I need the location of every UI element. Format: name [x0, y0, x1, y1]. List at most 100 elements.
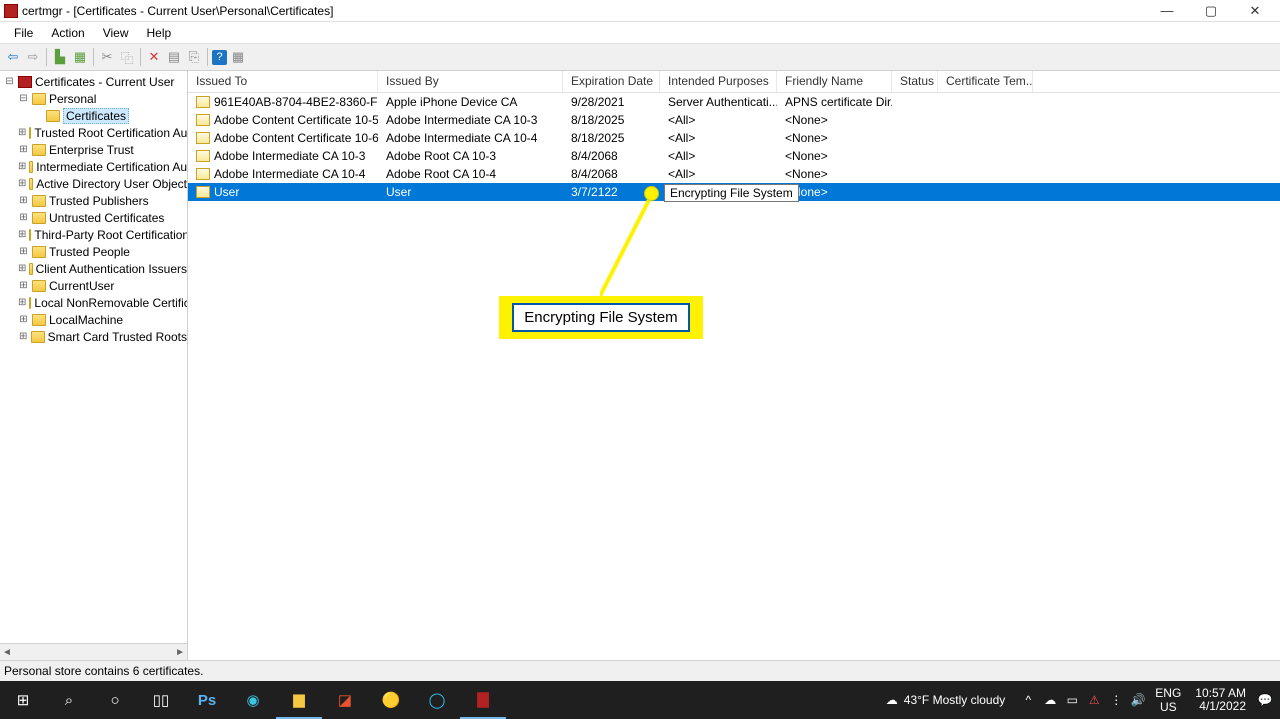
tray-battery-icon[interactable]: ▭ [1063, 693, 1081, 707]
tree-item[interactable]: ⊞CurrentUser [0, 277, 187, 294]
tree-toggle-icon[interactable]: ⊞ [18, 195, 29, 206]
cert-root-icon [18, 76, 32, 88]
scroll-left-icon[interactable]: ◄ [2, 647, 12, 658]
tree-toggle-icon[interactable]: ⊞ [18, 229, 26, 240]
taskbar-app-certmgr[interactable]: ▇ [460, 681, 506, 719]
taskbar-app-chrome[interactable]: 🟡 [368, 681, 414, 719]
column-header[interactable]: Issued To [188, 71, 378, 92]
cell: Adobe Intermediate CA 10-3 [378, 113, 563, 127]
minimize-button[interactable]: — [1154, 3, 1180, 19]
tree-toggle-icon[interactable]: ⊞ [18, 280, 29, 291]
view-button[interactable]: ▦ [229, 48, 247, 66]
cut-button[interactable]: ✂ [98, 48, 116, 66]
back-button[interactable]: ⇦ [4, 48, 22, 66]
column-header[interactable]: Expiration Date [563, 71, 660, 92]
column-header[interactable]: Certificate Tem... [938, 71, 1033, 92]
tree-toggle-icon[interactable]: ⊞ [18, 314, 29, 325]
maximize-button[interactable]: ▢ [1198, 3, 1224, 19]
tree-toggle-icon[interactable]: ⊟ [18, 93, 29, 104]
tree-item[interactable]: ⊞Intermediate Certification Au [0, 158, 187, 175]
tree-item[interactable]: ⊞Untrusted Certificates [0, 209, 187, 226]
tree-item[interactable]: ⊞Trusted Root Certification Au [0, 124, 187, 141]
column-header[interactable]: Issued By [378, 71, 563, 92]
tree-item[interactable]: ⊞ Active Directory User Object [0, 175, 187, 192]
column-header[interactable]: Friendly Name [777, 71, 892, 92]
tray-security-icon[interactable]: ⚠ [1085, 693, 1103, 707]
cortana-button[interactable]: ○ [92, 681, 138, 719]
start-button[interactable]: ⊞ [0, 681, 46, 719]
menu-help[interactable]: Help [139, 24, 180, 42]
taskbar-app-alexa[interactable]: ◯ [414, 681, 460, 719]
tree-root[interactable]: ⊟Certificates - Current User [0, 73, 187, 90]
tree-item[interactable]: ⊞LocalMachine [0, 311, 187, 328]
taskbar: ⊞ ⌕ ○ ▯▯ Ps ◉ ▆ ◪ 🟡 ◯ ▇ ☁ 43°F Mostly cl… [0, 681, 1280, 719]
folder-icon [32, 314, 46, 326]
taskbar-app-photoshop[interactable]: Ps [184, 681, 230, 719]
certificate-row[interactable]: Adobe Content Certificate 10-6Adobe Inte… [188, 129, 1280, 147]
menu-file[interactable]: File [6, 24, 41, 42]
certificate-row[interactable]: Adobe Intermediate CA 10-3Adobe Root CA … [188, 147, 1280, 165]
tree-label: Certificates [63, 108, 129, 124]
tree-label: Active Directory User Object [36, 177, 187, 191]
forward-button[interactable]: ⇨ [24, 48, 42, 66]
tree-item[interactable]: ⊞Enterprise Trust [0, 141, 187, 158]
column-header[interactable]: Intended Purposes [660, 71, 777, 92]
column-header[interactable]: Status [892, 71, 938, 92]
taskbar-app-edge[interactable]: ◉ [230, 681, 276, 719]
weather-widget[interactable]: ☁ 43°F Mostly cloudy [876, 693, 1016, 707]
scroll-right-icon[interactable]: ► [175, 647, 185, 658]
tray-wifi-icon[interactable]: ⋮ [1107, 693, 1125, 707]
close-button[interactable]: ✕ [1242, 3, 1268, 19]
copy-button[interactable]: ⿻ [118, 48, 136, 66]
tree-item[interactable]: Certificates [0, 107, 187, 124]
tree-item[interactable]: ⊟Personal [0, 90, 187, 107]
certificate-row[interactable]: Adobe Intermediate CA 10-4Adobe Root CA … [188, 165, 1280, 183]
tree-toggle-icon[interactable]: ⊞ [18, 263, 26, 274]
properties-button[interactable]: ▤ [165, 48, 183, 66]
tree-toggle-icon[interactable]: ⊟ [4, 76, 15, 87]
tray-onedrive-icon[interactable]: ☁ [1041, 693, 1059, 707]
export-button[interactable]: ⎘ [185, 48, 203, 66]
callout-highlight: Encrypting File System [499, 296, 703, 339]
up-button[interactable]: ▙ [51, 48, 69, 66]
tree-item[interactable]: ⊞Trusted People [0, 243, 187, 260]
tree-toggle-icon[interactable]: ⊞ [18, 331, 28, 342]
tree-item[interactable]: ⊞Third-Party Root Certification [0, 226, 187, 243]
callout-dot [644, 186, 659, 201]
taskview-button[interactable]: ▯▯ [138, 681, 184, 719]
tree-toggle-icon[interactable]: ⊞ [18, 246, 29, 257]
taskbar-app-office[interactable]: ◪ [322, 681, 368, 719]
cell: User [378, 185, 563, 199]
tree-toggle-icon[interactable]: ⊞ [18, 178, 26, 189]
clock[interactable]: 10:57 AM 4/1/2022 [1189, 687, 1252, 713]
menu-view[interactable]: View [95, 24, 137, 42]
taskbar-app-explorer[interactable]: ▆ [276, 681, 322, 719]
tree-toggle-icon[interactable]: ⊞ [18, 144, 29, 155]
tree-toggle-icon[interactable]: ⊞ [18, 127, 26, 138]
toolbar: ⇦ ⇨ ▙ ▦ ✂ ⿻ ✕ ▤ ⎘ ? ▦ [0, 43, 1280, 71]
certificate-row[interactable]: 961E40AB-8704-4BE2-8360-F85...Apple iPho… [188, 93, 1280, 111]
cell: <All> [660, 149, 777, 163]
tree-toggle-icon[interactable]: ⊞ [18, 297, 26, 308]
certificate-icon [196, 132, 210, 144]
tree-toggle-icon[interactable]: ⊞ [18, 161, 26, 172]
cell: Adobe Intermediate CA 10-4 [378, 131, 563, 145]
tray-volume-icon[interactable]: 🔊 [1129, 693, 1147, 707]
cell: 8/18/2025 [563, 113, 660, 127]
certificate-row[interactable]: Adobe Content Certificate 10-5Adobe Inte… [188, 111, 1280, 129]
tree-item[interactable]: ⊞Local NonRemovable Certific [0, 294, 187, 311]
tree-toggle-icon[interactable]: ⊞ [18, 212, 29, 223]
menu-action[interactable]: Action [43, 24, 92, 42]
notifications-button[interactable]: 💬 [1256, 693, 1274, 707]
help-button[interactable]: ? [212, 50, 227, 65]
tray-chevron-icon[interactable]: ^ [1019, 693, 1037, 707]
search-button[interactable]: ⌕ [46, 681, 92, 719]
cell: Adobe Content Certificate 10-5 [188, 113, 378, 127]
tree-item[interactable]: ⊞Trusted Publishers [0, 192, 187, 209]
language-indicator[interactable]: ENGUS [1151, 686, 1185, 714]
delete-button[interactable]: ✕ [145, 48, 163, 66]
tree-item[interactable]: ⊞Smart Card Trusted Roots [0, 328, 187, 345]
tree-item[interactable]: ⊞Client Authentication Issuers [0, 260, 187, 277]
horizontal-scrollbar[interactable]: ◄ ► [0, 643, 187, 660]
show-hide-button[interactable]: ▦ [71, 48, 89, 66]
